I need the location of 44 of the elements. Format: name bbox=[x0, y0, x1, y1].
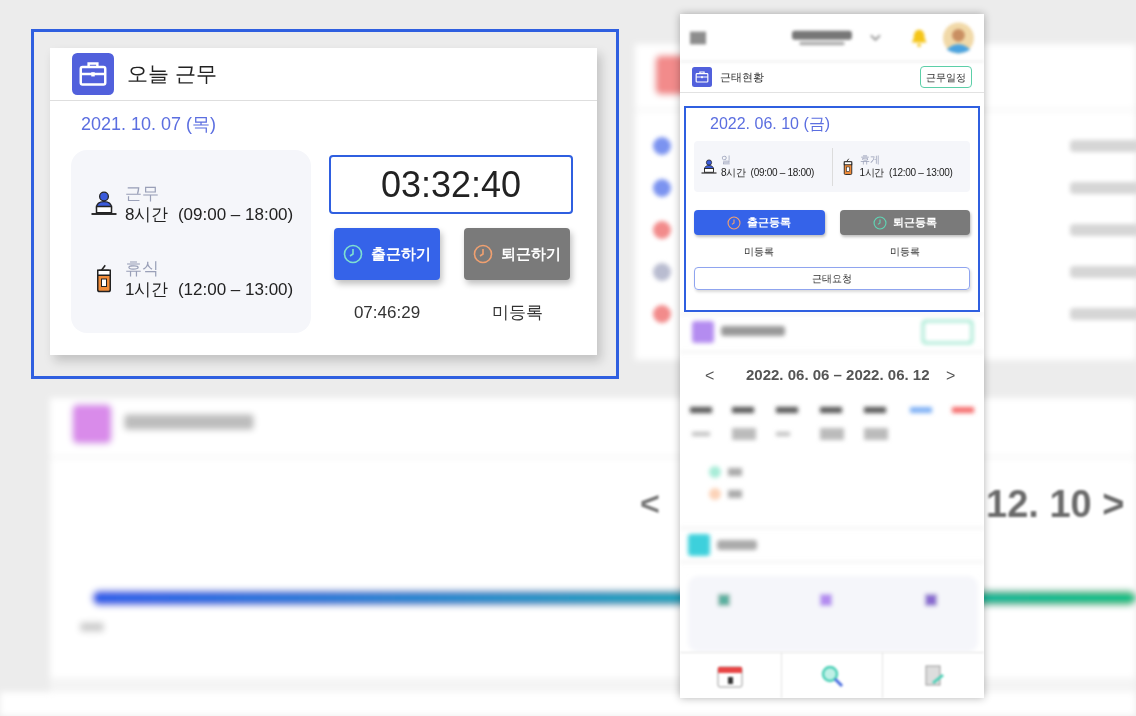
schedule-time: 1시간 (12:00 – 13:00) bbox=[125, 278, 294, 300]
date-label: 2022. 06. 10 (금) bbox=[709, 114, 832, 134]
clock-icon bbox=[343, 244, 363, 264]
schedule-label: 휴게 bbox=[859, 154, 881, 167]
attendance-request-button[interactable]: 근태요청 bbox=[694, 267, 970, 290]
schedule-label: 일 bbox=[721, 154, 732, 167]
blurred-row-text bbox=[1070, 266, 1136, 278]
schedule-time: 1시간 (12:00 – 13:00) bbox=[859, 166, 953, 179]
clock-in-button[interactable]: 출근하기 bbox=[334, 228, 440, 280]
record-status: 미등록 bbox=[889, 245, 920, 259]
schedule-label: 휴식 bbox=[125, 257, 160, 279]
clock-icon bbox=[473, 244, 493, 264]
date-label: 2021. 10. 07 (목) bbox=[80, 113, 218, 136]
calendar-icon[interactable] bbox=[717, 663, 744, 688]
record-status: 미등록 bbox=[744, 245, 775, 259]
record-time: 07:46:29 bbox=[353, 302, 421, 324]
card-title: 오늘 근무 bbox=[127, 61, 217, 88]
clock-icon bbox=[727, 215, 742, 230]
clock-icon bbox=[872, 215, 887, 230]
briefcase-icon bbox=[72, 53, 114, 95]
schedule-button[interactable]: 근무일정 bbox=[920, 66, 972, 88]
avatar-icon bbox=[943, 20, 974, 55]
clock-display: 03:32:40 bbox=[329, 155, 573, 214]
schedule-label: 근무 bbox=[125, 183, 160, 205]
section-title: 근태현황 bbox=[720, 69, 764, 85]
nav-arrow[interactable]: < bbox=[640, 478, 660, 529]
week-range: 2022. 06. 06 – 2022. 06. 12 bbox=[746, 365, 930, 385]
briefcase-icon bbox=[692, 67, 712, 87]
next-arrow[interactable]: > bbox=[946, 364, 956, 388]
prev-arrow[interactable]: < bbox=[705, 364, 715, 388]
chevron-icon bbox=[869, 33, 881, 42]
search-icon[interactable] bbox=[819, 663, 845, 688]
blurred-row-text bbox=[1070, 182, 1136, 194]
blurred-row-text bbox=[1070, 140, 1136, 152]
bell-icon bbox=[910, 27, 928, 48]
record-time: 미등록 bbox=[491, 302, 543, 324]
schedule-time: 8시간 (09:00 – 18:00) bbox=[125, 204, 294, 226]
clock-out-button[interactable]: 퇴근등록 bbox=[839, 210, 970, 235]
date-range-end: 12. 10 > bbox=[986, 482, 1125, 527]
blurred-row-text bbox=[1070, 224, 1136, 236]
schedule-time: 8시간 (09:00 – 18:00) bbox=[721, 166, 814, 179]
clock-out-button[interactable]: 퇴근하기 bbox=[464, 228, 570, 280]
blurred-row-text bbox=[1070, 308, 1136, 320]
clock-in-button[interactable]: 출근등록 bbox=[694, 210, 825, 235]
